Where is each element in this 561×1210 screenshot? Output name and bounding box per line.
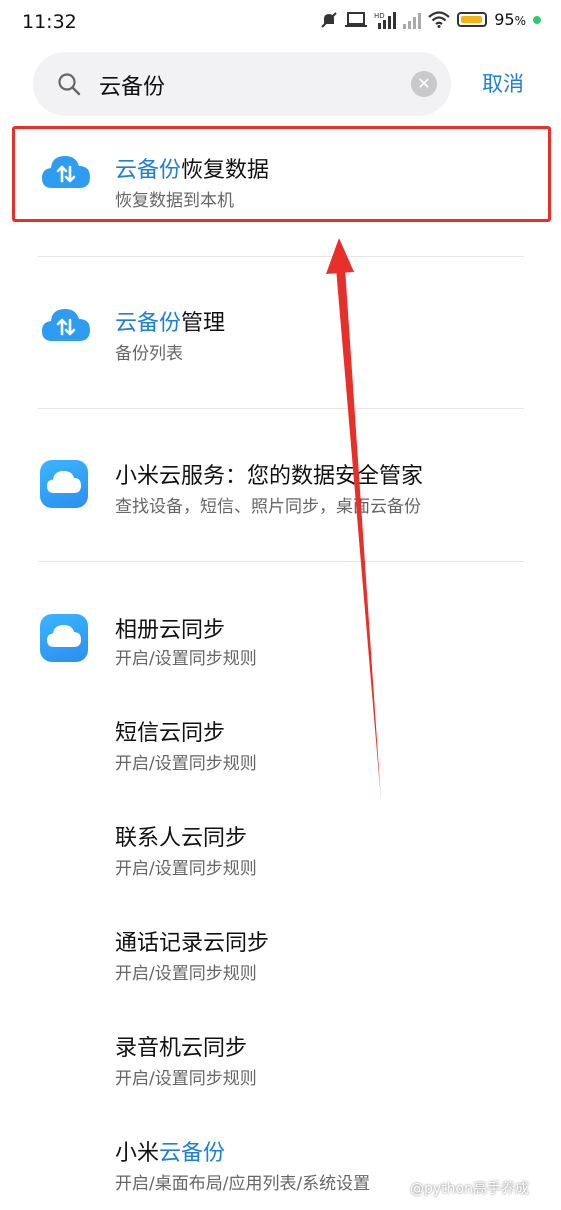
mute-icon — [321, 11, 337, 28]
divider — [38, 256, 524, 257]
laptop-icon — [345, 11, 368, 27]
result-title: 相册云同步 — [115, 618, 226, 643]
result-subtitle: 开启/设置同步规则 — [115, 754, 257, 774]
wifi-icon — [428, 11, 450, 28]
battery-percent: 95 — [494, 10, 515, 29]
svg-text:HD: HD — [374, 12, 385, 20]
result-item-xiaomi-cloud-service[interactable]: 小米云服务：您的数据安全管家 查找设备，短信、照片同步，桌面云备份 — [0, 436, 561, 526]
signal-icon — [403, 12, 422, 29]
result-title: 小米云服务：您的数据安全管家 — [115, 464, 424, 489]
result-title: 小米云备份 — [115, 1141, 226, 1166]
result-subtitle: 查找设备，短信、照片同步，桌面云备份 — [115, 497, 421, 517]
result-subtitle: 开启/设置同步规则 — [115, 1069, 257, 1089]
status-bar: 11:32 HD 95% — [0, 0, 561, 46]
result-title: 通话记录云同步 — [115, 931, 270, 956]
result-title: 云备份管理 — [115, 311, 226, 336]
xiaomi-cloud-app-icon — [40, 614, 88, 662]
result-subtitle: 开启/设置同步规则 — [115, 964, 257, 984]
annotation-highlight-box — [12, 126, 551, 222]
cancel-button[interactable]: 取消 — [482, 68, 524, 98]
search-box[interactable]: ✕ — [33, 52, 451, 116]
status-icons: HD 95% — [320, 10, 541, 29]
divider — [38, 561, 524, 562]
search-icon — [58, 73, 81, 96]
watermark: @python高手养成 — [410, 1181, 529, 1197]
result-item-album-sync[interactable]: 相册云同步 开启/设置同步规则 — [0, 590, 561, 680]
result-title: 联系人云同步 — [115, 826, 248, 851]
result-item-recorder-sync[interactable]: 录音机云同步 开启/设置同步规则 — [0, 1015, 561, 1105]
result-title: 短信云同步 — [115, 721, 226, 746]
result-item-cloud-backup-manage[interactable]: 云备份管理 备份列表 — [0, 283, 561, 373]
search-input[interactable] — [97, 66, 401, 104]
status-time: 11:32 — [22, 11, 77, 33]
result-subtitle: 开启/设置同步规则 — [115, 649, 257, 669]
battery-icon — [457, 12, 488, 27]
result-subtitle: 备份列表 — [115, 344, 183, 364]
cloud-backup-icon — [42, 309, 90, 341]
result-subtitle: 开启/桌面布局/应用列表/系统设置 — [115, 1174, 371, 1194]
xiaomi-cloud-app-icon — [40, 460, 88, 508]
result-subtitle: 开启/设置同步规则 — [115, 859, 257, 879]
clear-search-icon[interactable]: ✕ — [411, 71, 437, 97]
hd-signal-icon: HD — [374, 11, 397, 29]
divider — [38, 408, 524, 409]
result-item-call-log-sync[interactable]: 通话记录云同步 开启/设置同步规则 — [0, 910, 561, 1000]
privacy-indicator-dot — [533, 15, 541, 24]
result-item-sms-sync[interactable]: 短信云同步 开启/设置同步规则 — [0, 700, 561, 790]
result-title: 录音机云同步 — [115, 1036, 248, 1061]
result-item-contacts-sync[interactable]: 联系人云同步 开启/设置同步规则 — [0, 805, 561, 895]
